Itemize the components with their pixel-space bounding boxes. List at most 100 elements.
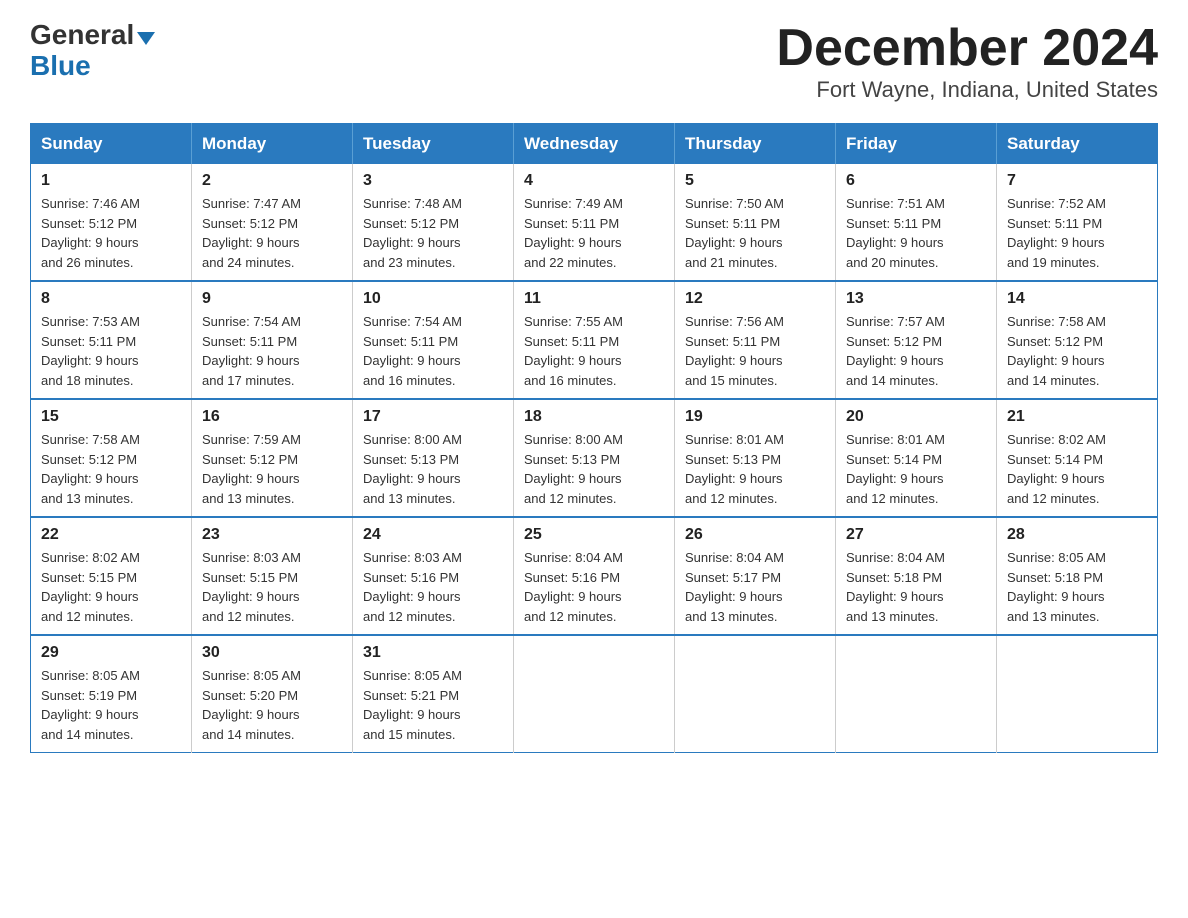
- day-info: Sunrise: 7:57 AMSunset: 5:12 PMDaylight:…: [846, 314, 945, 388]
- day-number: 9: [202, 290, 342, 308]
- calendar-cell: [514, 635, 675, 753]
- day-number: 30: [202, 644, 342, 662]
- day-info: Sunrise: 7:51 AMSunset: 5:11 PMDaylight:…: [846, 196, 945, 270]
- header-wednesday: Wednesday: [514, 124, 675, 165]
- calendar-cell: 27 Sunrise: 8:04 AMSunset: 5:18 PMDaylig…: [836, 517, 997, 635]
- calendar-cell: 28 Sunrise: 8:05 AMSunset: 5:18 PMDaylig…: [997, 517, 1158, 635]
- day-number: 29: [41, 644, 181, 662]
- day-number: 3: [363, 172, 503, 190]
- day-info: Sunrise: 7:54 AMSunset: 5:11 PMDaylight:…: [363, 314, 462, 388]
- day-number: 18: [524, 408, 664, 426]
- week-row-3: 15 Sunrise: 7:58 AMSunset: 5:12 PMDaylig…: [31, 399, 1158, 517]
- day-info: Sunrise: 7:59 AMSunset: 5:12 PMDaylight:…: [202, 432, 301, 506]
- logo-general-text: General: [30, 20, 134, 51]
- day-info: Sunrise: 7:54 AMSunset: 5:11 PMDaylight:…: [202, 314, 301, 388]
- day-info: Sunrise: 8:04 AMSunset: 5:17 PMDaylight:…: [685, 550, 784, 624]
- calendar-cell: [675, 635, 836, 753]
- day-number: 11: [524, 290, 664, 308]
- day-number: 24: [363, 526, 503, 544]
- day-info: Sunrise: 8:02 AMSunset: 5:14 PMDaylight:…: [1007, 432, 1106, 506]
- day-info: Sunrise: 7:46 AMSunset: 5:12 PMDaylight:…: [41, 196, 140, 270]
- day-number: 8: [41, 290, 181, 308]
- day-number: 26: [685, 526, 825, 544]
- day-info: Sunrise: 8:01 AMSunset: 5:13 PMDaylight:…: [685, 432, 784, 506]
- logo: General Blue: [30, 20, 155, 82]
- calendar-cell: 21 Sunrise: 8:02 AMSunset: 5:14 PMDaylig…: [997, 399, 1158, 517]
- day-info: Sunrise: 8:04 AMSunset: 5:18 PMDaylight:…: [846, 550, 945, 624]
- calendar-cell: 7 Sunrise: 7:52 AMSunset: 5:11 PMDayligh…: [997, 164, 1158, 281]
- header-row: Sunday Monday Tuesday Wednesday Thursday…: [31, 124, 1158, 165]
- calendar-cell: 12 Sunrise: 7:56 AMSunset: 5:11 PMDaylig…: [675, 281, 836, 399]
- day-info: Sunrise: 7:55 AMSunset: 5:11 PMDaylight:…: [524, 314, 623, 388]
- day-info: Sunrise: 8:05 AMSunset: 5:18 PMDaylight:…: [1007, 550, 1106, 624]
- calendar-cell: 6 Sunrise: 7:51 AMSunset: 5:11 PMDayligh…: [836, 164, 997, 281]
- calendar-cell: 1 Sunrise: 7:46 AMSunset: 5:12 PMDayligh…: [31, 164, 192, 281]
- calendar-cell: 5 Sunrise: 7:50 AMSunset: 5:11 PMDayligh…: [675, 164, 836, 281]
- calendar-cell: 30 Sunrise: 8:05 AMSunset: 5:20 PMDaylig…: [192, 635, 353, 753]
- header-friday: Friday: [836, 124, 997, 165]
- week-row-1: 1 Sunrise: 7:46 AMSunset: 5:12 PMDayligh…: [31, 164, 1158, 281]
- day-number: 12: [685, 290, 825, 308]
- calendar-cell: 13 Sunrise: 7:57 AMSunset: 5:12 PMDaylig…: [836, 281, 997, 399]
- calendar-cell: 29 Sunrise: 8:05 AMSunset: 5:19 PMDaylig…: [31, 635, 192, 753]
- week-row-2: 8 Sunrise: 7:53 AMSunset: 5:11 PMDayligh…: [31, 281, 1158, 399]
- calendar-cell: 24 Sunrise: 8:03 AMSunset: 5:16 PMDaylig…: [353, 517, 514, 635]
- day-number: 16: [202, 408, 342, 426]
- header-monday: Monday: [192, 124, 353, 165]
- day-number: 20: [846, 408, 986, 426]
- day-info: Sunrise: 8:05 AMSunset: 5:20 PMDaylight:…: [202, 668, 301, 742]
- calendar-cell: 11 Sunrise: 7:55 AMSunset: 5:11 PMDaylig…: [514, 281, 675, 399]
- calendar-cell: 20 Sunrise: 8:01 AMSunset: 5:14 PMDaylig…: [836, 399, 997, 517]
- calendar-cell: 14 Sunrise: 7:58 AMSunset: 5:12 PMDaylig…: [997, 281, 1158, 399]
- day-info: Sunrise: 7:53 AMSunset: 5:11 PMDaylight:…: [41, 314, 140, 388]
- title-block: December 2024 Fort Wayne, Indiana, Unite…: [776, 20, 1158, 103]
- day-info: Sunrise: 8:00 AMSunset: 5:13 PMDaylight:…: [524, 432, 623, 506]
- day-number: 23: [202, 526, 342, 544]
- logo-triangle-icon: [137, 32, 155, 45]
- header-tuesday: Tuesday: [353, 124, 514, 165]
- day-number: 28: [1007, 526, 1147, 544]
- day-info: Sunrise: 8:05 AMSunset: 5:21 PMDaylight:…: [363, 668, 462, 742]
- day-info: Sunrise: 7:52 AMSunset: 5:11 PMDaylight:…: [1007, 196, 1106, 270]
- calendar-cell: 22 Sunrise: 8:02 AMSunset: 5:15 PMDaylig…: [31, 517, 192, 635]
- day-number: 21: [1007, 408, 1147, 426]
- day-number: 1: [41, 172, 181, 190]
- calendar-cell: 19 Sunrise: 8:01 AMSunset: 5:13 PMDaylig…: [675, 399, 836, 517]
- calendar-cell: 15 Sunrise: 7:58 AMSunset: 5:12 PMDaylig…: [31, 399, 192, 517]
- day-number: 5: [685, 172, 825, 190]
- calendar-cell: 26 Sunrise: 8:04 AMSunset: 5:17 PMDaylig…: [675, 517, 836, 635]
- day-info: Sunrise: 7:50 AMSunset: 5:11 PMDaylight:…: [685, 196, 784, 270]
- logo-blue-text: Blue: [30, 50, 91, 81]
- calendar-cell: 9 Sunrise: 7:54 AMSunset: 5:11 PMDayligh…: [192, 281, 353, 399]
- day-number: 2: [202, 172, 342, 190]
- calendar-cell: 17 Sunrise: 8:00 AMSunset: 5:13 PMDaylig…: [353, 399, 514, 517]
- calendar-cell: 2 Sunrise: 7:47 AMSunset: 5:12 PMDayligh…: [192, 164, 353, 281]
- calendar-cell: [836, 635, 997, 753]
- day-number: 6: [846, 172, 986, 190]
- day-info: Sunrise: 7:49 AMSunset: 5:11 PMDaylight:…: [524, 196, 623, 270]
- calendar-cell: 23 Sunrise: 8:03 AMSunset: 5:15 PMDaylig…: [192, 517, 353, 635]
- day-number: 31: [363, 644, 503, 662]
- day-info: Sunrise: 8:00 AMSunset: 5:13 PMDaylight:…: [363, 432, 462, 506]
- header-thursday: Thursday: [675, 124, 836, 165]
- month-year-title: December 2024: [776, 20, 1158, 77]
- day-info: Sunrise: 8:04 AMSunset: 5:16 PMDaylight:…: [524, 550, 623, 624]
- day-info: Sunrise: 8:03 AMSunset: 5:16 PMDaylight:…: [363, 550, 462, 624]
- calendar-cell: 18 Sunrise: 8:00 AMSunset: 5:13 PMDaylig…: [514, 399, 675, 517]
- week-row-5: 29 Sunrise: 8:05 AMSunset: 5:19 PMDaylig…: [31, 635, 1158, 753]
- day-number: 22: [41, 526, 181, 544]
- day-number: 14: [1007, 290, 1147, 308]
- day-number: 17: [363, 408, 503, 426]
- day-number: 25: [524, 526, 664, 544]
- header-sunday: Sunday: [31, 124, 192, 165]
- page-header: General Blue December 2024 Fort Wayne, I…: [30, 20, 1158, 103]
- day-info: Sunrise: 7:58 AMSunset: 5:12 PMDaylight:…: [1007, 314, 1106, 388]
- day-number: 13: [846, 290, 986, 308]
- day-info: Sunrise: 8:03 AMSunset: 5:15 PMDaylight:…: [202, 550, 301, 624]
- calendar-header: Sunday Monday Tuesday Wednesday Thursday…: [31, 124, 1158, 165]
- calendar-table: Sunday Monday Tuesday Wednesday Thursday…: [30, 123, 1158, 753]
- calendar-cell: [997, 635, 1158, 753]
- calendar-cell: 8 Sunrise: 7:53 AMSunset: 5:11 PMDayligh…: [31, 281, 192, 399]
- day-info: Sunrise: 8:01 AMSunset: 5:14 PMDaylight:…: [846, 432, 945, 506]
- location-subtitle: Fort Wayne, Indiana, United States: [776, 77, 1158, 103]
